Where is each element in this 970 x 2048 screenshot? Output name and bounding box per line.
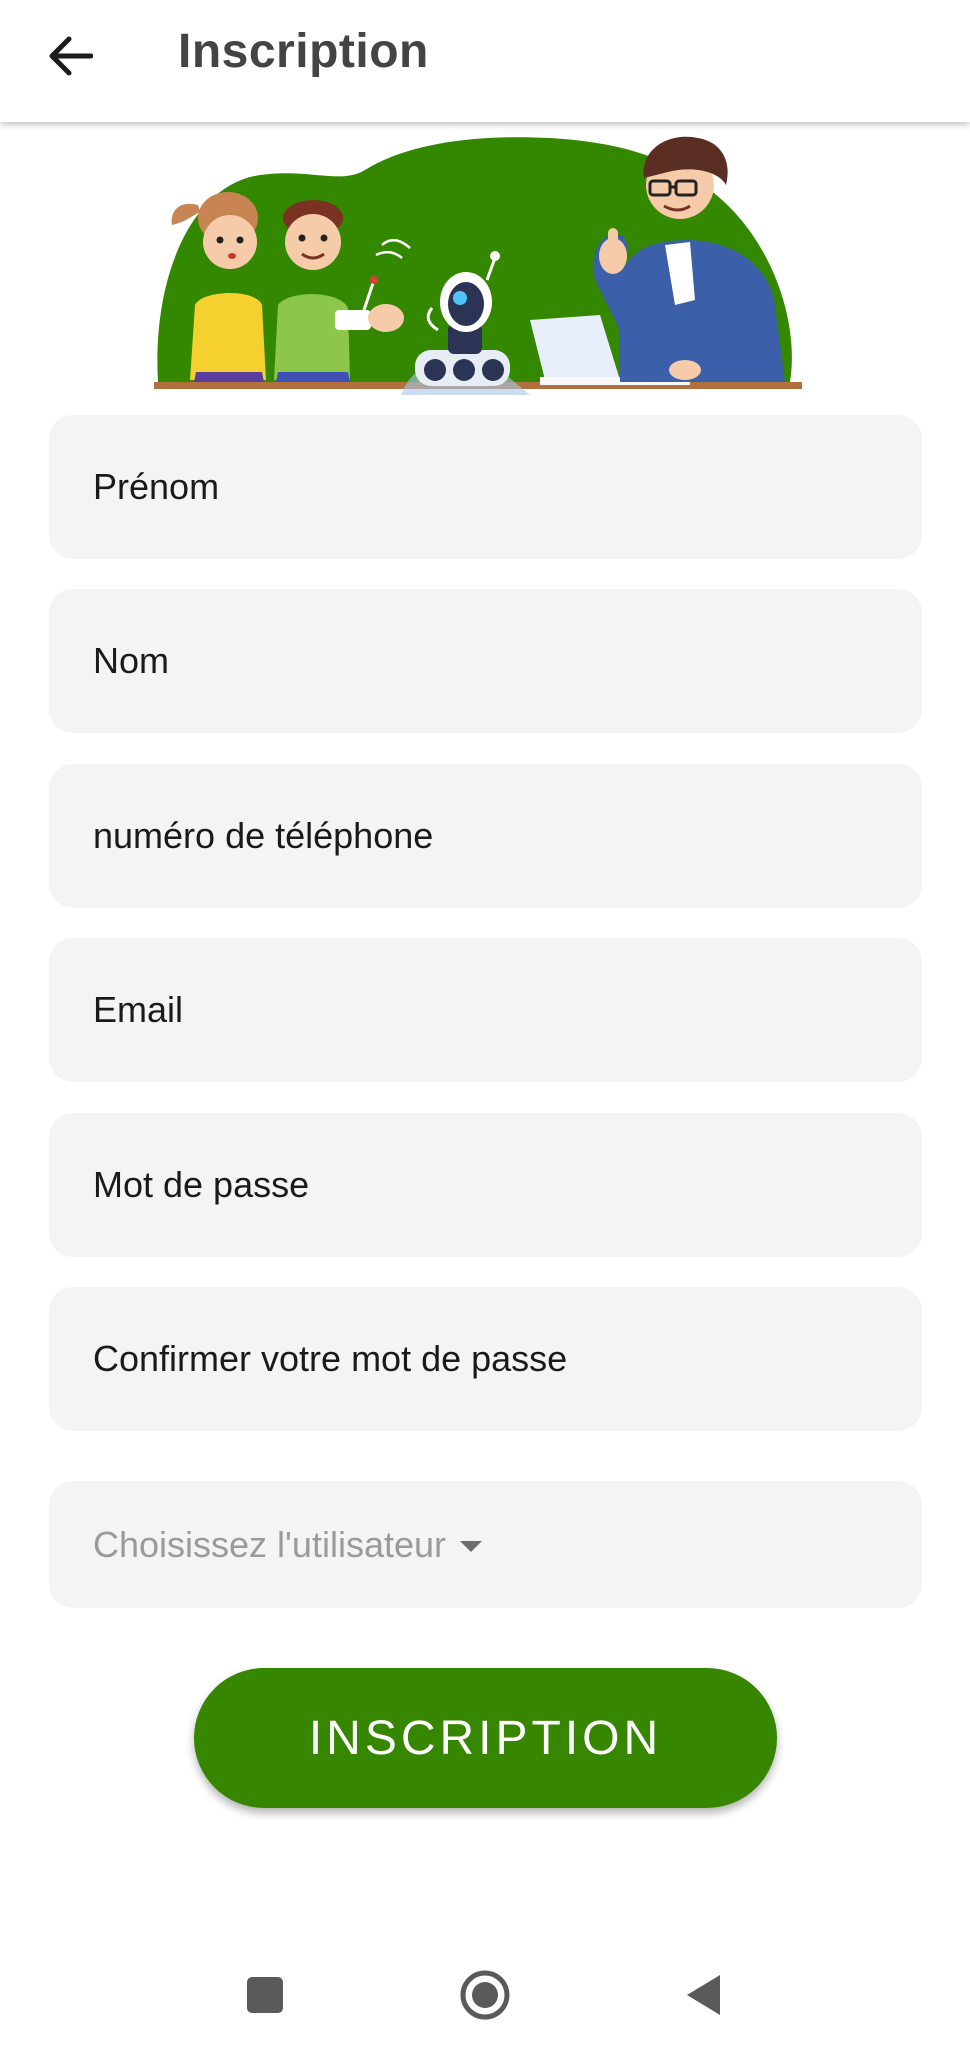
- system-navigation-bar: [0, 1925, 970, 2048]
- user-type-placeholder: Choisissez l'utilisateur: [93, 1523, 447, 1565]
- password-placeholder: Mot de passe: [93, 1164, 310, 1205]
- first-name-field[interactable]: Prénom: [49, 415, 922, 559]
- caret-down-icon: [460, 1541, 483, 1552]
- email-placeholder: Email: [93, 989, 184, 1030]
- confirm-password-field[interactable]: Confirmer votre mot de passe: [49, 1287, 922, 1431]
- square-icon: [247, 1977, 283, 2013]
- last-name-field[interactable]: Nom: [49, 589, 922, 733]
- app-bar: Inscription: [0, 0, 970, 122]
- recents-button[interactable]: [235, 1965, 295, 2025]
- password-field[interactable]: Mot de passe: [49, 1113, 922, 1257]
- confirm-password-placeholder: Confirmer votre mot de passe: [93, 1338, 568, 1379]
- phone-field[interactable]: numéro de téléphone: [49, 764, 922, 908]
- phone-placeholder: numéro de téléphone: [93, 815, 434, 856]
- triangle-back-icon: [687, 1975, 720, 2015]
- user-type-dropdown[interactable]: Choisissez l'utilisateur: [49, 1481, 922, 1608]
- nav-back-button[interactable]: [674, 1965, 734, 2025]
- home-button[interactable]: [455, 1965, 515, 2025]
- last-name-placeholder: Nom: [93, 640, 170, 681]
- register-button[interactable]: INSCRIPTION: [194, 1668, 777, 1808]
- register-button-label: INSCRIPTION: [308, 1711, 663, 1765]
- first-name-placeholder: Prénom: [93, 466, 220, 507]
- email-field[interactable]: Email: [49, 938, 922, 1082]
- arrow-left-icon: [49, 36, 93, 76]
- back-button[interactable]: [32, 18, 108, 94]
- circle-icon: [460, 1970, 510, 2020]
- hero-illustration: [154, 136, 802, 395]
- page-title: Inscription: [178, 25, 429, 78]
